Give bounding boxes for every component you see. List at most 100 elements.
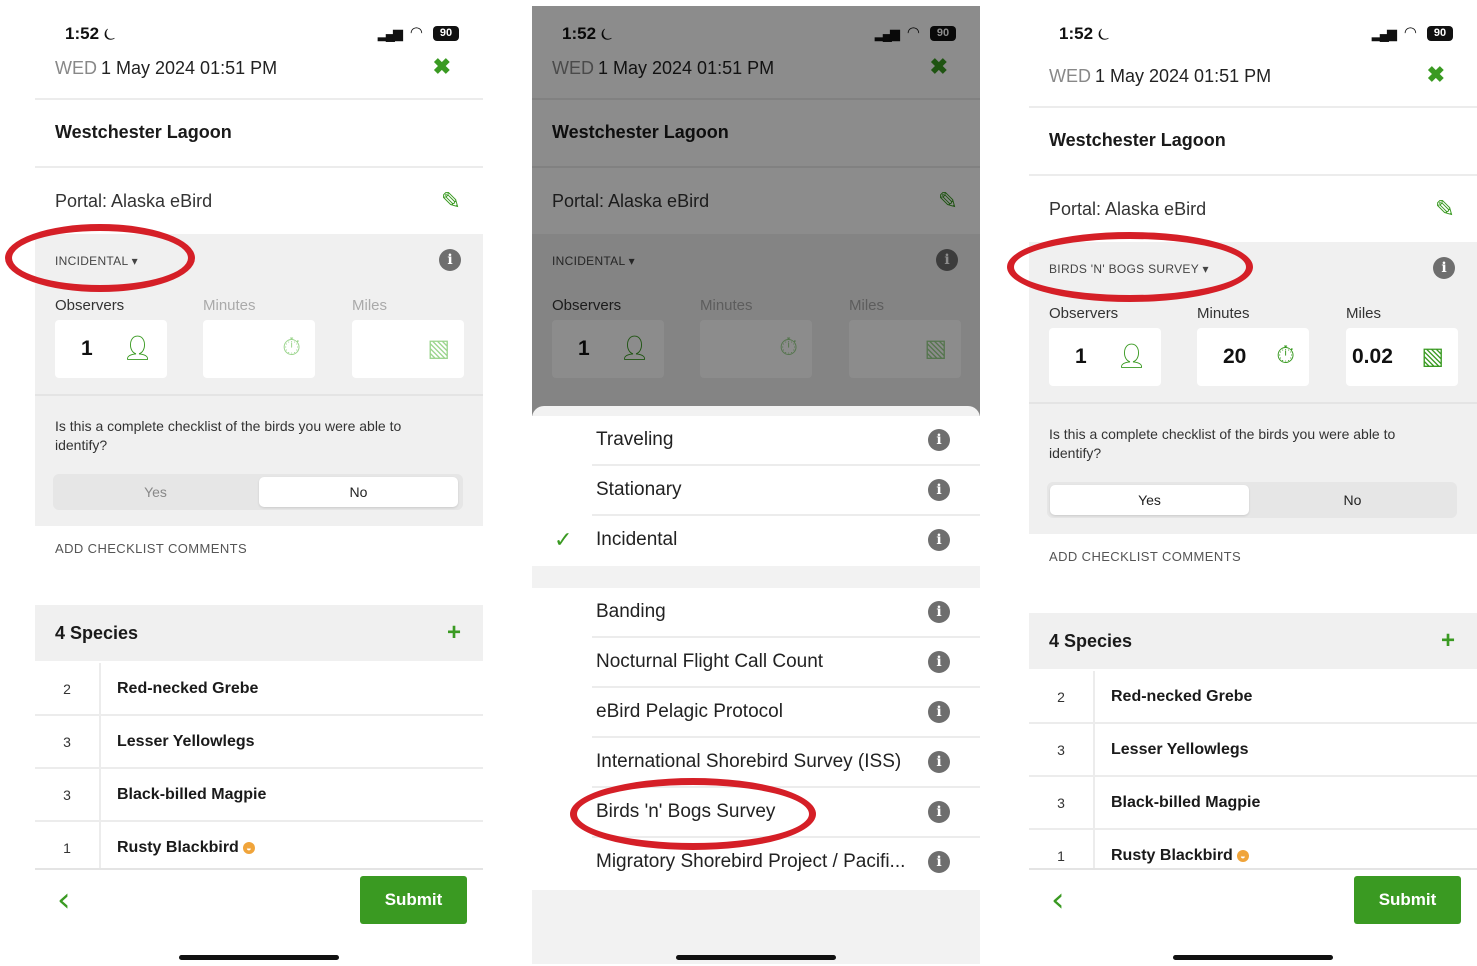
species-row-count[interactable]: 2 — [35, 663, 101, 714]
protocol-option[interactable]: Nocturnal Flight Call Count i — [532, 638, 980, 688]
edit-icon[interactable]: ✎ — [1435, 195, 1455, 224]
minutes-field[interactable]: ⏱︎ — [203, 320, 315, 378]
yes-option[interactable]: Yes — [56, 477, 255, 507]
protocol-option[interactable]: International Shorebird Survey (ISS) i — [532, 738, 980, 788]
miles-label: Miles — [352, 297, 388, 314]
home-indicator[interactable] — [179, 955, 339, 960]
protocol-option[interactable]: Traveling i — [532, 416, 980, 466]
portal-label: Portal: Alaska eBird — [55, 191, 213, 211]
bottom-bar: ‹ Submit — [35, 868, 483, 948]
info-icon[interactable]: i — [928, 479, 950, 501]
species-row[interactable]: 2 Red-necked Grebe — [1029, 671, 1477, 724]
complete-toggle[interactable]: Yes No — [1047, 482, 1457, 518]
add-comments-link[interactable]: ADD CHECKLIST COMMENTS — [55, 541, 247, 556]
observers-label: Observers — [1049, 305, 1119, 322]
datetime[interactable]: 1 May 2024 01:51 PM — [1095, 66, 1271, 87]
species-row[interactable]: 2 Red-necked Grebe — [35, 663, 483, 716]
protocol-group-common: Traveling i Stationary i ✓ Incidental i — [532, 416, 980, 566]
close-icon[interactable]: ✖ — [433, 54, 451, 80]
map-icon: ▧ — [427, 335, 450, 362]
info-icon[interactable]: i — [1433, 257, 1455, 279]
protocol-option-label: Nocturnal Flight Call Count — [596, 651, 824, 672]
yes-option[interactable]: Yes — [1050, 485, 1249, 515]
info-icon[interactable]: i — [928, 751, 950, 773]
species-count: 4 Species — [1049, 631, 1133, 651]
location-row[interactable]: Westchester Lagoon — [35, 102, 483, 168]
date-header[interactable]: WED 1 May 2024 01:51 PM ✖ — [1029, 62, 1477, 108]
no-option[interactable]: No — [1253, 485, 1452, 515]
divider — [35, 394, 483, 396]
minutes-field[interactable]: 20 ⏱︎ — [1197, 328, 1309, 386]
submit-button[interactable]: Submit — [360, 876, 467, 924]
edit-icon[interactable]: ✎ — [441, 187, 461, 216]
species-row-name: Black-billed Magpie — [117, 786, 267, 803]
species-row-count[interactable]: 2 — [1029, 671, 1095, 722]
info-icon[interactable]: i — [928, 429, 950, 451]
minutes-value: 20 — [1223, 345, 1247, 368]
add-comments-link[interactable]: ADD CHECKLIST COMMENTS — [1049, 549, 1241, 564]
info-icon[interactable]: i — [439, 249, 461, 271]
back-chevron-icon[interactable]: ‹ — [57, 880, 71, 920]
miles-field[interactable]: 0.02 ▧ — [1346, 328, 1458, 386]
protocol-option[interactable]: Stationary i — [532, 466, 980, 516]
date-header[interactable]: WED 1 May 2024 01:51 PM ✖ — [35, 54, 483, 100]
protocol-option[interactable]: eBird Pelagic Protocol i — [532, 688, 980, 738]
species-row-name: Rusty Blackbird — [1111, 847, 1233, 864]
protocol-option-selected[interactable]: ✓ Incidental i — [532, 516, 980, 566]
close-icon[interactable]: ✖ — [1427, 62, 1445, 88]
species-row-count[interactable]: 3 — [35, 769, 101, 820]
species-row-name: Rusty Blackbird — [117, 839, 239, 856]
protocol-option-label: eBird Pelagic Protocol — [596, 701, 783, 722]
species-row-name: Lesser Yellowlegs — [117, 733, 255, 750]
screen-birds-bogs: 1:52 ⏾ ▂▄▆ ◠ 90 WED 1 May 2024 01:51 PM … — [1029, 6, 1477, 964]
observers-field[interactable]: 1 👤︎ — [55, 320, 167, 378]
species-header: 4 Species + — [35, 605, 483, 661]
highlight-ring-birds-bogs-protocol — [1007, 232, 1253, 302]
stopwatch-icon: ⏱︎ — [1276, 342, 1295, 369]
protocol-option-label: Stationary — [596, 479, 682, 500]
observers-field[interactable]: 1 👤︎ — [1049, 328, 1161, 386]
species-row[interactable]: 3 Black-billed Magpie — [35, 769, 483, 822]
rare-warning-icon: ◒ — [1236, 850, 1249, 862]
info-icon[interactable]: i — [928, 701, 950, 723]
weekday: WED — [55, 58, 97, 78]
portal-label: Portal: Alaska eBird — [1049, 199, 1207, 219]
species-row[interactable]: 3 Black-billed Magpie — [1029, 777, 1477, 830]
checkmark-icon: ✓ — [554, 527, 573, 552]
location-row[interactable]: Westchester Lagoon — [1029, 110, 1477, 176]
home-indicator[interactable] — [1173, 955, 1333, 960]
miles-field[interactable]: ▧ — [352, 320, 464, 378]
add-species-icon[interactable]: + — [447, 619, 461, 647]
complete-toggle[interactable]: Yes No — [53, 474, 463, 510]
protocol-option-label: Banding — [596, 601, 666, 622]
datetime[interactable]: 1 May 2024 01:51 PM — [101, 58, 277, 79]
home-indicator[interactable] — [676, 955, 836, 960]
info-icon[interactable]: i — [928, 801, 950, 823]
divider — [1029, 402, 1477, 404]
wifi-icon: ◠ — [409, 24, 423, 41]
protocol-option-label: Traveling — [596, 429, 674, 450]
info-icon[interactable]: i — [928, 651, 950, 673]
species-row-count[interactable]: 3 — [35, 716, 101, 767]
protocol-option[interactable]: Migratory Shorebird Project / Pacifi... … — [532, 838, 980, 888]
submit-button[interactable]: Submit — [1354, 876, 1461, 924]
weekday: WED — [1049, 66, 1091, 86]
species-row-count[interactable]: 1 — [35, 822, 101, 873]
info-icon[interactable]: i — [928, 851, 950, 873]
miles-label: Miles — [1346, 305, 1382, 322]
moon-icon: ⏾ — [1097, 26, 1110, 43]
protocol-option-label: Incidental — [596, 529, 678, 550]
species-row[interactable]: 3 Lesser Yellowlegs — [35, 716, 483, 769]
observers-value: 1 — [81, 337, 93, 360]
species-row-count[interactable]: 3 — [1029, 777, 1095, 828]
add-species-icon[interactable]: + — [1441, 627, 1455, 655]
screen-incidental: 1:52 ⏾ ▂▄▆ ◠ 90 WED 1 May 2024 01:51 PM … — [35, 6, 483, 964]
info-icon[interactable]: i — [928, 601, 950, 623]
no-option[interactable]: No — [259, 477, 458, 507]
modal-backdrop[interactable] — [532, 6, 980, 416]
species-row-count[interactable]: 3 — [1029, 724, 1095, 775]
protocol-option[interactable]: Banding i — [532, 588, 980, 638]
info-icon[interactable]: i — [928, 529, 950, 551]
back-chevron-icon[interactable]: ‹ — [1051, 880, 1065, 920]
species-row[interactable]: 3 Lesser Yellowlegs — [1029, 724, 1477, 777]
